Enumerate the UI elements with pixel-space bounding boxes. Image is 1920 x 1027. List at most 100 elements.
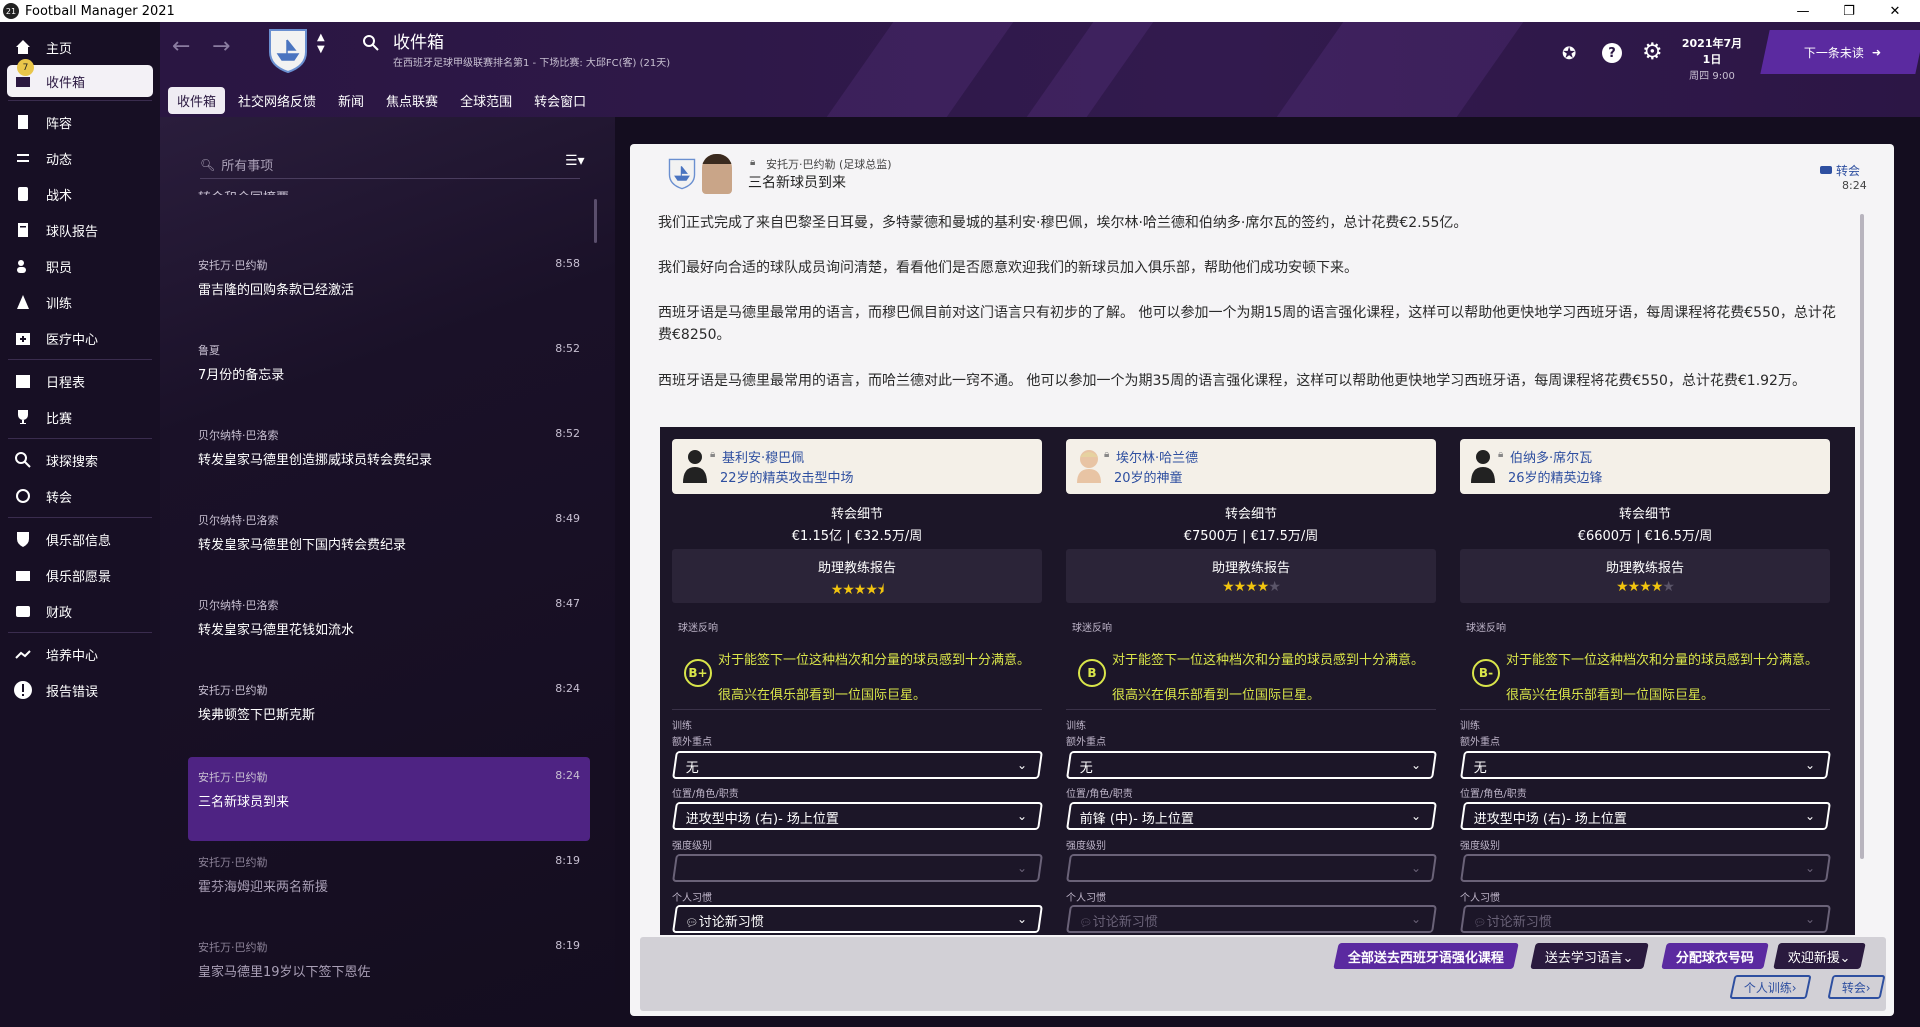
tab-global[interactable]: 全球范围 bbox=[451, 87, 521, 114]
forward-button[interactable]: → bbox=[212, 34, 230, 59]
position-dropdown[interactable]: 进攻型中场 (右)- 场上位置 ⌄ bbox=[1460, 802, 1831, 830]
list-item[interactable]: 安托万·巴约勒 雷吉隆的回购条款已经激活 8:58 bbox=[188, 245, 590, 329]
shield-icon bbox=[12, 528, 34, 550]
club-crest-icon[interactable] bbox=[268, 28, 308, 74]
sidebar-item-label: 转会 bbox=[46, 490, 73, 506]
welcome-button[interactable]: 欢迎新援 ⌄ bbox=[1773, 943, 1866, 969]
player-header[interactable]: 🔒︎ 伯纳多·席尔瓦 26岁的精英边锋 bbox=[1460, 439, 1830, 494]
content-scrollbar[interactable] bbox=[1860, 214, 1864, 859]
list-item[interactable]: 贝尔纳特·巴洛索 转发皇家马德里花钱如流水 8:47 bbox=[188, 585, 590, 669]
tab-news[interactable]: 新闻 bbox=[329, 87, 373, 114]
message-time: 8:19 bbox=[555, 939, 580, 952]
list-item[interactable]: 鲁夏 7月份的备忘录 8:52 bbox=[188, 330, 590, 414]
sender-name[interactable]: 安托万·巴约勒 (足球总监) bbox=[766, 156, 892, 172]
position-label: 位置/角色/职责 bbox=[672, 789, 739, 800]
player-name[interactable]: 埃尔林·哈兰德 bbox=[1116, 447, 1198, 466]
individual-training-link[interactable]: 个人训练 › bbox=[1729, 975, 1812, 999]
chevron-right-icon: › bbox=[1791, 981, 1797, 995]
list-item-selected[interactable]: 安托万·巴约勒 三名新球员到来 8:24 bbox=[188, 757, 590, 841]
sidebar-item-scouting[interactable]: 球探搜索 bbox=[0, 442, 160, 478]
message-tag[interactable]: 转会 bbox=[1836, 162, 1860, 179]
habit-dropdown[interactable]: 💬︎ 讨论新习惯 ⌄ bbox=[1066, 905, 1437, 933]
day-time-text: 周四 9:00 bbox=[1689, 71, 1735, 82]
intensity-label: 强度级别 bbox=[1460, 841, 1500, 852]
fan-comment: 对于能签下一位这种档次和分量的球员感到十分满意。 bbox=[1506, 653, 1819, 668]
tab-transfer-window[interactable]: 转会窗口 bbox=[525, 87, 595, 114]
intensity-dropdown[interactable]: ⌄ bbox=[1460, 854, 1831, 882]
calendar-icon bbox=[12, 370, 34, 392]
sidebar-item-report[interactable]: 球队报告 bbox=[0, 212, 160, 248]
dropdown-value: 前锋 (中)- 场上位置 bbox=[1079, 812, 1194, 827]
message-time: 8:58 bbox=[555, 257, 580, 270]
list-item[interactable]: 安托万·巴约勒 埃弗顿签下巴斯克斯 8:24 bbox=[188, 670, 590, 754]
help-icon[interactable]: ? bbox=[1602, 43, 1622, 63]
transfer-link[interactable]: 转会 › bbox=[1827, 975, 1886, 999]
coach-report-box[interactable]: 助理教练报告 ★★★★★ bbox=[1460, 549, 1830, 603]
sidebar-item-training[interactable]: 训练 bbox=[0, 284, 160, 320]
settings-gear-icon[interactable]: ⚙ bbox=[1642, 39, 1663, 65]
back-button[interactable]: ← bbox=[172, 34, 190, 59]
player-name[interactable]: 基利安·穆巴佩 bbox=[722, 447, 804, 466]
inbox-search[interactable]: 🔍︎ 所有事项 bbox=[200, 151, 580, 179]
minimize-button[interactable]: — bbox=[1780, 0, 1826, 22]
list-item-partial[interactable]: 转会和合同摘要 bbox=[198, 187, 289, 195]
position-dropdown[interactable]: 进攻型中场 (右)- 场上位置 ⌄ bbox=[672, 802, 1043, 830]
tab-social-feedback[interactable]: 社交网络反馈 bbox=[229, 87, 325, 114]
sidebar-item-tactics[interactable]: 战术 bbox=[0, 176, 160, 212]
list-item[interactable]: 贝尔纳特·巴洛索 转发皇家马德里创下国内转会费纪录 8:49 bbox=[188, 500, 590, 584]
sidebar-item-inbox[interactable]: 收件箱 7 bbox=[7, 59, 153, 97]
intensity-dropdown[interactable]: ⌄ bbox=[672, 854, 1043, 882]
sidebar-item-report-bug[interactable]: 报告错误 bbox=[0, 672, 160, 708]
player-header[interactable]: 🔒︎ 基利安·穆巴佩 22岁的精英攻击型中场 bbox=[672, 439, 1042, 494]
message-subject: 7月份的备忘录 bbox=[198, 368, 285, 383]
sidebar-item-medical[interactable]: 医疗中心 bbox=[0, 320, 160, 356]
tab-focus-league[interactable]: 焦点联赛 bbox=[377, 87, 447, 114]
scrollbar[interactable] bbox=[594, 199, 597, 243]
next-unread-button[interactable]: 下一条未读 ➜ bbox=[1760, 30, 1920, 74]
sidebar-item-staff[interactable]: 职员 bbox=[0, 248, 160, 284]
restore-button[interactable]: ❐ bbox=[1826, 0, 1872, 22]
list-item[interactable]: 贝尔纳特·巴洛索 转发皇家马德里创造挪威球员转会费纪录 8:52 bbox=[188, 415, 590, 499]
fm-network-icon[interactable]: ✪ bbox=[1562, 44, 1576, 64]
list-item[interactable]: 安托万·巴约勒 霍芬海姆迎来两名新援 8:19 bbox=[188, 842, 590, 926]
extra-focus-dropdown[interactable]: 无 ⌄ bbox=[1066, 751, 1437, 779]
sidebar-item-squad[interactable]: 阵容 bbox=[0, 104, 160, 140]
extra-focus-dropdown[interactable]: 无 ⌄ bbox=[1460, 751, 1831, 779]
sidebar-item-development[interactable]: 培养中心 bbox=[0, 636, 160, 672]
player-header[interactable]: 🔒︎ 埃尔林·哈兰德 20岁的神童 bbox=[1066, 439, 1436, 494]
search-icon[interactable] bbox=[362, 34, 380, 56]
sidebar-item-transfers[interactable]: 转会 bbox=[0, 478, 160, 514]
player-name[interactable]: 伯纳多·席尔瓦 bbox=[1510, 447, 1592, 466]
message-paragraph: 西班牙语是马德里最常用的语言，而哈兰德对此一窍不通。 他可以参加一个为期35周的… bbox=[658, 373, 1806, 389]
sidebar-item-matches[interactable]: 比赛 bbox=[0, 399, 160, 435]
chevron-down-icon: ⌄ bbox=[1804, 758, 1815, 772]
sidebar-item-calendar[interactable]: 日程表 bbox=[0, 363, 160, 399]
sidebar-item-dynamics[interactable]: 动态 bbox=[0, 140, 160, 176]
divider bbox=[1460, 709, 1830, 710]
send-language-button[interactable]: 送去学习语言 ⌄ bbox=[1530, 943, 1649, 969]
sidebar-item-finances[interactable]: 财政 bbox=[0, 593, 160, 629]
tab-inbox[interactable]: 收件箱 bbox=[168, 87, 226, 114]
message-sender: 安托万·巴约勒 bbox=[198, 259, 268, 272]
habit-dropdown[interactable]: 💬︎ 讨论新习惯 ⌄ bbox=[1460, 905, 1831, 933]
sidebar-item-club-vision[interactable]: 俱乐部愿景 bbox=[0, 557, 160, 593]
chat-icon: 💬︎ bbox=[685, 918, 699, 929]
assign-number-button[interactable]: 分配球衣号码 bbox=[1661, 943, 1769, 969]
intensity-dropdown[interactable]: ⌄ bbox=[1066, 854, 1437, 882]
chevron-down-icon: ⌄ bbox=[1839, 951, 1851, 966]
club-switch-icon[interactable]: ▲ ▼ bbox=[317, 32, 325, 56]
player-card: 🔒︎ 埃尔林·哈兰德 20岁的神童 转会细节 €7500万 | €17.5万/周… bbox=[1058, 427, 1444, 935]
coach-report-box[interactable]: 助理教练报告 ★★★★⯨ bbox=[672, 549, 1042, 603]
close-button[interactable]: ✕ bbox=[1872, 0, 1918, 22]
habit-dropdown[interactable]: 💬︎ 讨论新习惯 ⌄ bbox=[672, 905, 1043, 933]
extra-focus-dropdown[interactable]: 无 ⌄ bbox=[672, 751, 1043, 779]
position-dropdown[interactable]: 前锋 (中)- 场上位置 ⌄ bbox=[1066, 802, 1437, 830]
coach-report-box[interactable]: 助理教练报告 ★★★★★ bbox=[1066, 549, 1436, 603]
filter-menu-icon[interactable]: ☰▾ bbox=[565, 153, 585, 169]
sidebar-item-club-info[interactable]: 俱乐部信息 bbox=[0, 521, 160, 557]
all-language-course-button[interactable]: 全部送去西班牙语强化课程 bbox=[1333, 943, 1519, 969]
chevron-down-icon: ⌄ bbox=[1016, 861, 1027, 875]
dynamics-icon bbox=[12, 147, 34, 169]
arrow-right-icon: ➜ bbox=[1871, 45, 1882, 59]
list-item[interactable]: 安托万·巴约勒 皇家马德里19岁以下签下恩佐 8:19 bbox=[188, 927, 590, 1011]
